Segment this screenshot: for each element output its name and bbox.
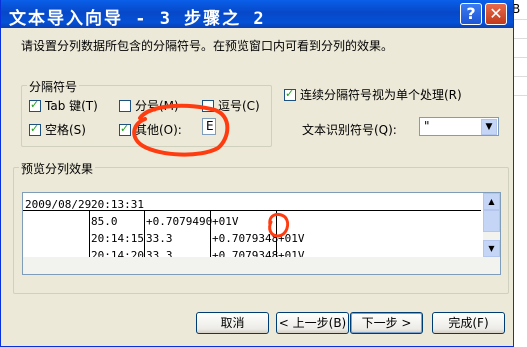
annotation-circle-preview (268, 212, 290, 238)
annotation-overlay (132, 103, 290, 238)
annotation-circle-other (132, 103, 230, 157)
